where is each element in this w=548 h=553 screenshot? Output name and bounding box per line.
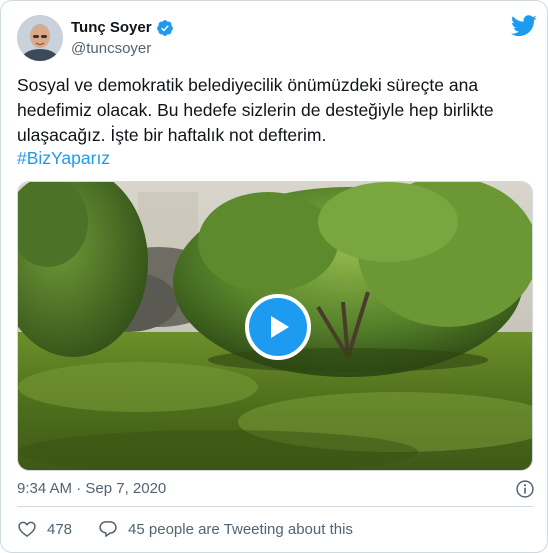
tweet-text: Sosyal ve demokratik belediyecilik önümü… (17, 75, 494, 145)
avatar[interactable] (17, 15, 63, 61)
tweet-card: Tunç Soyer @tuncsoyer Sosyal ve demokrat… (0, 0, 548, 553)
reply-bubble-icon (99, 521, 117, 537)
reply-button[interactable]: 45 people are Tweeting about this (98, 519, 353, 539)
verified-badge-icon (156, 20, 173, 36)
info-icon[interactable] (515, 479, 535, 499)
play-button[interactable] (245, 294, 311, 360)
author-name[interactable]: Tunç Soyer (71, 18, 174, 38)
divider (17, 506, 533, 507)
twitter-logo-icon[interactable] (511, 15, 537, 37)
author-handle[interactable]: @tuncsoyer (71, 39, 151, 59)
video-player[interactable] (17, 181, 533, 471)
author-name-label[interactable]: Tunç Soyer (71, 18, 152, 38)
like-button[interactable]: 478 (17, 519, 72, 539)
action-bar: 478 45 people are Tweeting about this (17, 517, 353, 541)
heart-icon (18, 521, 36, 537)
play-icon (271, 316, 289, 338)
hashtag-link[interactable]: #BizYaparız (17, 146, 110, 171)
timestamp[interactable]: 9:34 AM · Sep 7, 2020 (17, 479, 166, 499)
like-count: 478 (47, 520, 73, 538)
reply-text: 45 people are Tweeting about this (128, 520, 353, 538)
